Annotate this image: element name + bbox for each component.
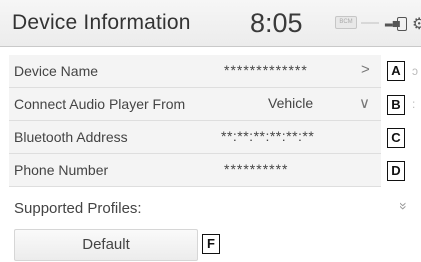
supported-profiles-label: Supported Profiles: bbox=[14, 200, 142, 217]
chevron-down-icon: ∨ bbox=[359, 95, 370, 112]
device-name-row[interactable]: Device Name ************* > bbox=[9, 55, 381, 88]
chevron-right-icon: > bbox=[361, 61, 370, 78]
device-name-label: Device Name bbox=[14, 63, 99, 79]
connect-audio-player-label: Connect Audio Player From bbox=[14, 96, 186, 112]
callout-marker-c: C bbox=[387, 128, 405, 148]
connect-audio-player-value: Vehicle bbox=[268, 95, 314, 111]
device-information-screen: Device Information 8:05 BCM ▂▄ ⚙ Device … bbox=[0, 0, 421, 262]
phone-icon bbox=[397, 17, 407, 31]
bluetooth-address-row: Bluetooth Address **:**:**:**:**:** bbox=[9, 121, 381, 154]
bluetooth-address-label: Bluetooth Address bbox=[14, 129, 128, 145]
edge-glyph: ↄ bbox=[412, 64, 418, 78]
settings-icon: ⚙ bbox=[412, 16, 421, 33]
phone-number-row: Phone Number ********** bbox=[9, 154, 381, 187]
phone-number-value: ********** bbox=[224, 161, 289, 177]
callout-marker-f: F bbox=[202, 234, 220, 254]
status-badge: BCM bbox=[335, 16, 357, 29]
header-bar: Device Information 8:05 BCM ▂▄ ⚙ bbox=[0, 0, 421, 47]
page-title: Device Information bbox=[12, 11, 191, 34]
status-icons: BCM ▂▄ ⚙ bbox=[335, 14, 421, 33]
status-indicator-bar bbox=[361, 22, 379, 24]
callout-marker-a: A bbox=[387, 61, 405, 81]
callout-marker-d: D bbox=[387, 161, 405, 181]
clock: 8:05 bbox=[250, 8, 303, 38]
expand-icon[interactable]: » bbox=[396, 202, 412, 210]
default-button[interactable]: Default bbox=[14, 229, 198, 261]
edge-glyph: : bbox=[412, 97, 416, 111]
device-name-value: ************* bbox=[224, 62, 308, 78]
phone-number-label: Phone Number bbox=[14, 162, 109, 178]
connect-audio-player-row[interactable]: Connect Audio Player From Vehicle ∨ bbox=[9, 88, 381, 121]
callout-marker-b: B bbox=[387, 95, 405, 115]
bluetooth-address-value: **:**:**:**:**:** bbox=[221, 128, 315, 144]
